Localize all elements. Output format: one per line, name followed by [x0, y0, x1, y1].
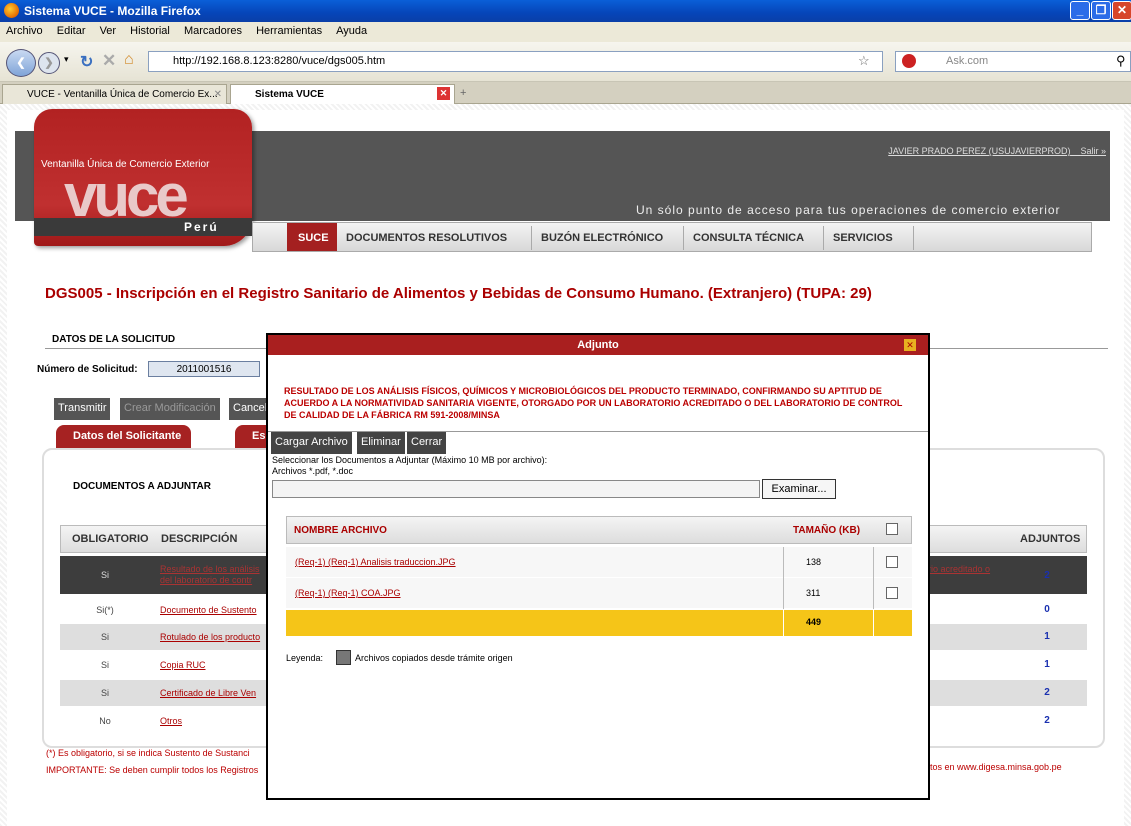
col-obligatorio: OBLIGATORIO	[72, 533, 149, 545]
search-placeholder: Ask.com	[946, 55, 989, 67]
total-size: 449	[806, 617, 822, 627]
col-tamano: TAMAÑO (KB)	[793, 525, 861, 536]
window-titlebar: Sistema VUCE - Mozilla Firefox _ ❐ ✕	[0, 0, 1131, 22]
adjunto-modal: Adjunto ✕ RESULTADO DE LOS ANÁLISIS FÍSI…	[266, 333, 930, 800]
menu-suce[interactable]: SUCE	[298, 232, 329, 244]
reload-icon[interactable]: ↻	[80, 52, 93, 72]
browser-navbar: ❮ ❯ ▾ ↻ ✕ ⌂ http://192.168.8.123:8280/vu…	[0, 42, 1131, 82]
menu-servicios[interactable]: SERVICIOS	[833, 232, 893, 244]
file-size: 138	[806, 557, 822, 567]
legend-text: Archivos copiados desde trámite origen	[355, 653, 513, 663]
logo-bar	[34, 218, 252, 236]
file-row: (Req-1) (Req-1) Analisis traduccion.JPG …	[286, 547, 912, 578]
ask-engine-icon[interactable]	[902, 54, 916, 68]
cerrar-button[interactable]: Cerrar	[407, 432, 447, 454]
menu-documentos-resolutivos[interactable]: DOCUMENTOS RESOLUTIVOS	[346, 232, 507, 244]
minimize-button[interactable]: _	[1070, 1, 1090, 20]
tab-sistema-vuce[interactable]: Sistema VUCE ✕	[230, 84, 455, 104]
search-icon[interactable]: ⚲	[1116, 53, 1126, 69]
file-link[interactable]: (Req-1) (Req-1) COA.JPG	[295, 588, 401, 598]
note-importante: IMPORTANTE: Se deben cumplir todos los R…	[46, 765, 259, 775]
col-nombre-archivo: NOMBRE ARCHIVO	[294, 525, 387, 536]
menu-consulta-tecnica[interactable]: CONSULTA TÉCNICA	[693, 232, 804, 244]
numsol-label: Número de Solicitud:	[37, 364, 138, 375]
menu-historial[interactable]: Historial	[124, 22, 175, 37]
home-icon[interactable]: ⌂	[124, 51, 134, 69]
logo-country: Perú	[184, 220, 219, 234]
file-path-input[interactable]	[272, 480, 760, 498]
menu-ver[interactable]: Ver	[94, 22, 122, 37]
cargar-archivo-button[interactable]: Cargar Archivo	[271, 432, 352, 454]
modal-title: Adjunto	[268, 335, 928, 355]
site-tagline: Un sólo punto de acceso para tus operaci…	[636, 203, 1061, 217]
legend-swatch	[336, 650, 351, 665]
window-title: Sistema VUCE - Mozilla Firefox	[24, 4, 201, 18]
logout-link[interactable]: Salir »	[1080, 146, 1106, 156]
menu-editar[interactable]: Editar	[51, 22, 91, 37]
forward-button[interactable]: ❯	[38, 52, 60, 74]
menu-archivo[interactable]: Archivo	[0, 22, 48, 37]
modal-description: RESULTADO DE LOS ANÁLISIS FÍSICOS, QUÍMI…	[284, 386, 903, 420]
documents-heading: DOCUMENTOS A ADJUNTAR	[73, 481, 211, 492]
note-obligatorio: (*) Es obligatorio, si se indica Sustent…	[46, 748, 250, 758]
select-all-checkbox[interactable]	[886, 523, 898, 535]
cancelar-button[interactable]: Cancelar	[229, 398, 277, 420]
tab-datos-solicitante[interactable]: Datos del Solicitante	[56, 425, 192, 448]
close-window-button[interactable]: ✕	[1112, 1, 1131, 20]
file-size: 311	[806, 588, 821, 598]
back-button[interactable]: ❮	[6, 49, 36, 77]
numsol-field: 2011001516	[148, 361, 260, 377]
firefox-icon	[4, 3, 19, 18]
menu-divider	[531, 226, 532, 250]
transmitir-button[interactable]: Transmitir	[54, 398, 111, 420]
page-title: DGS005 - Inscripción en el Registro Sani…	[45, 285, 872, 302]
eliminar-button[interactable]: Eliminar	[357, 432, 405, 454]
user-links: JAVIER PRADO PEREZ (USUJAVIERPROD) Salir…	[888, 146, 1106, 156]
menu-ayuda[interactable]: Ayuda	[330, 22, 372, 37]
url-text: http://192.168.8.123:8280/vuce/dgs005.ht…	[173, 55, 386, 67]
file-link[interactable]: (Req-1) (Req-1) Analisis traduccion.JPG	[295, 557, 456, 567]
bookmark-star-icon[interactable]: ☆	[858, 53, 870, 69]
crear-modificacion-button[interactable]: Crear Modificación	[120, 398, 220, 420]
user-name-link[interactable]: JAVIER PRADO PEREZ (USUJAVIERPROD)	[888, 146, 1070, 156]
note-importante-link: tos en www.digesa.minsa.gob.pe	[930, 762, 1062, 772]
new-tab-button[interactable]: +	[460, 87, 466, 99]
maximize-button[interactable]: ❐	[1091, 1, 1111, 20]
menu-divider	[683, 226, 684, 250]
menu-herramientas[interactable]: Herramientas	[250, 22, 327, 37]
examinar-button[interactable]: Examinar...	[762, 479, 836, 499]
close-tab-icon[interactable]: ✕	[214, 89, 222, 100]
select-instructions: Seleccionar los Documentos a Adjuntar (M…	[272, 455, 548, 476]
file-checkbox[interactable]	[886, 587, 898, 599]
search-box[interactable]: Ask.com	[895, 51, 1131, 72]
site-menu: SUCE DOCUMENTOS RESOLUTIVOS BUZÓN ELECTR…	[252, 222, 1092, 252]
stop-icon[interactable]: ✕	[102, 51, 116, 71]
vuce-logo[interactable]: Ventanilla Única de Comercio Exterior vu…	[34, 109, 252, 246]
browser-menubar: Archivo Editar Ver Historial Marcadores …	[0, 22, 1131, 42]
history-dropdown-icon[interactable]: ▾	[64, 54, 69, 65]
browser-tabbar: VUCE - Ventanilla Única de Comercio Ex..…	[0, 82, 1131, 104]
close-tab-icon[interactable]: ✕	[437, 87, 450, 100]
total-row: 449	[286, 610, 912, 636]
tab-vuce[interactable]: VUCE - Ventanilla Única de Comercio Ex..…	[2, 84, 227, 104]
file-checkbox[interactable]	[886, 556, 898, 568]
menu-divider	[913, 226, 914, 250]
menu-divider	[823, 226, 824, 250]
section-title: DATOS DE LA SOLICITUD	[52, 334, 176, 345]
menu-buzon-electronico[interactable]: BUZÓN ELECTRÓNICO	[541, 232, 663, 244]
address-bar[interactable]: http://192.168.8.123:8280/vuce/dgs005.ht…	[148, 51, 883, 72]
col-descripcion: DESCRIPCIÓN	[161, 533, 238, 545]
col-adjuntos: ADJUNTOS	[1020, 533, 1081, 545]
legend-label: Leyenda:	[286, 653, 324, 663]
file-row: (Req-1) (Req-1) COA.JPG 311	[286, 578, 912, 609]
menu-marcadores[interactable]: Marcadores	[178, 22, 247, 37]
notes: (*) Es obligatorio, si se indica Sustent…	[46, 745, 258, 779]
modal-close-icon[interactable]: ✕	[904, 339, 916, 351]
